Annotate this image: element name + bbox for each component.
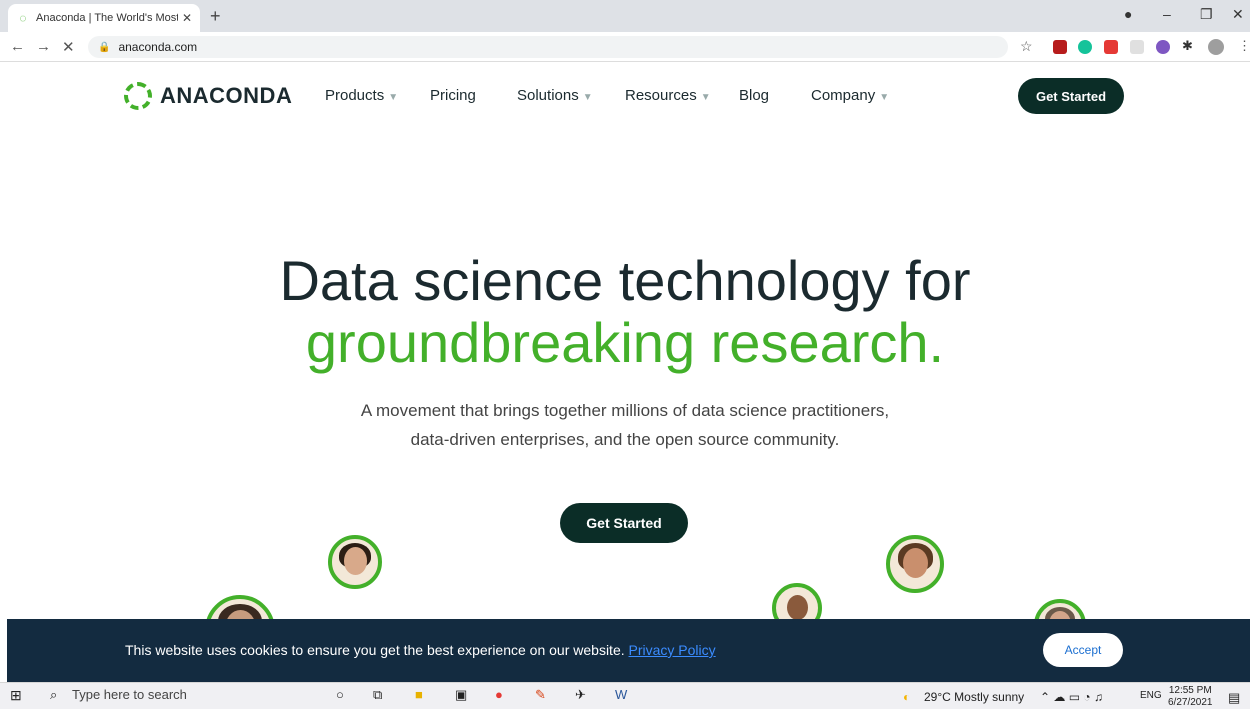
nav-pricing[interactable]: Pricing [430,87,476,104]
address-toolbar: ← → ✕ 🔒 anaconda.com ☆ ✱ ⋮ [0,32,1250,62]
accept-button[interactable]: Accept [1043,633,1123,667]
chrome-icon[interactable]: ● [495,687,503,702]
close-window-button[interactable]: ✕ [1232,6,1244,23]
cookie-banner: This website uses cookies to ensure you … [7,619,1250,682]
privacy-policy-link[interactable]: Privacy Policy [629,642,716,658]
browser-tab-bar: ◌ Anaconda | The World's Most Po ✕ + ● –… [0,0,1250,32]
minimize-button[interactable]: – [1163,6,1171,22]
windows-start-icon[interactable]: ⊞ [10,687,22,704]
nav-products[interactable]: Products ▼ [325,87,398,104]
nav-solutions[interactable]: Solutions ▼ [517,87,593,104]
get-started-button[interactable]: Get Started [1018,78,1124,114]
hero-heading-line2: groundbreaking research. [305,311,945,374]
loading-icon: ◌ [19,11,27,25]
nav-blog[interactable]: Blog [739,87,769,104]
profile-icon[interactable]: ● [1124,6,1132,22]
file-explorer-icon[interactable]: ■ [415,687,423,702]
hero-get-started-button[interactable]: Get Started [560,503,688,543]
task-view-icon[interactable]: ⧉ [373,687,382,703]
tab-close-icon[interactable]: ✕ [182,11,192,25]
back-icon[interactable]: ← [10,38,25,55]
lock-icon: 🔒 [98,41,111,53]
taskbar-search-input[interactable]: Type here to search [72,687,187,702]
extension-icon[interactable] [1156,40,1170,54]
clock[interactable]: 12:55 PM 6/27/2021 [1168,685,1213,709]
url-text: anaconda.com [118,40,198,54]
app-icon[interactable]: ✎ [535,687,546,703]
app-icon[interactable]: ✈ [575,687,586,703]
restore-button[interactable]: ❐ [1200,6,1213,23]
extension-icon[interactable] [1104,40,1118,54]
browser-tab[interactable]: ◌ Anaconda | The World's Most Po ✕ [8,4,200,32]
extensions-puzzle-icon[interactable]: ✱ [1182,38,1193,54]
forward-icon[interactable]: → [36,38,51,55]
avatar [886,535,944,593]
tray-icons[interactable]: ⌃ ☁ ▭ ◔ ♫ [1040,690,1103,704]
weather-icon[interactable]: ◐ [903,690,910,704]
anaconda-ring-icon [124,82,152,110]
cookie-message: This website uses cookies to ensure you … [125,642,716,658]
extension-icon[interactable] [1130,40,1144,54]
bookmark-star-icon[interactable]: ☆ [1020,38,1033,55]
notification-icon[interactable]: ▤ [1228,690,1240,706]
site-header: ANACONDA Products ▼ Pricing Solutions ▼ Re… [0,62,1250,132]
weather-text[interactable]: 29°C Mostly sunny [924,690,1024,704]
tab-title: Anaconda | The World's Most Po [36,12,178,24]
language-indicator[interactable]: ENG [1140,690,1162,701]
url-bar[interactable]: 🔒 anaconda.com [88,36,1008,58]
more-menu-icon[interactable]: ⋮ [1238,38,1250,54]
anaconda-logo[interactable]: ANACONDA [124,82,292,110]
new-tab-button[interactable]: + [210,6,221,27]
grammarly-icon[interactable] [1078,40,1092,54]
hero-subtitle-line1: A movement that brings together millions… [360,401,890,420]
hero-subtitle-line2: data-driven enterprises, and the open so… [410,430,840,449]
windows-taskbar: ⊞ ⌕ Type here to search ○ ⧉ ■ ▣ ● ✎ ✈ W … [0,682,1250,709]
search-icon[interactable]: ⌕ [50,687,57,703]
avatar[interactable] [1208,39,1224,55]
logo-text: ANACONDA [160,83,293,108]
nav-resources[interactable]: Resources ▼ [625,87,711,104]
stop-icon[interactable]: ✕ [62,38,75,56]
nav-company[interactable]: Company ▼ [811,87,889,104]
cortana-icon[interactable]: ○ [336,687,344,702]
store-icon[interactable]: ▣ [455,687,467,703]
word-icon[interactable]: W [615,687,627,702]
hero-heading-line1: Data science technology for [279,249,971,312]
extension-icon[interactable] [1053,40,1067,54]
avatar [328,535,382,589]
